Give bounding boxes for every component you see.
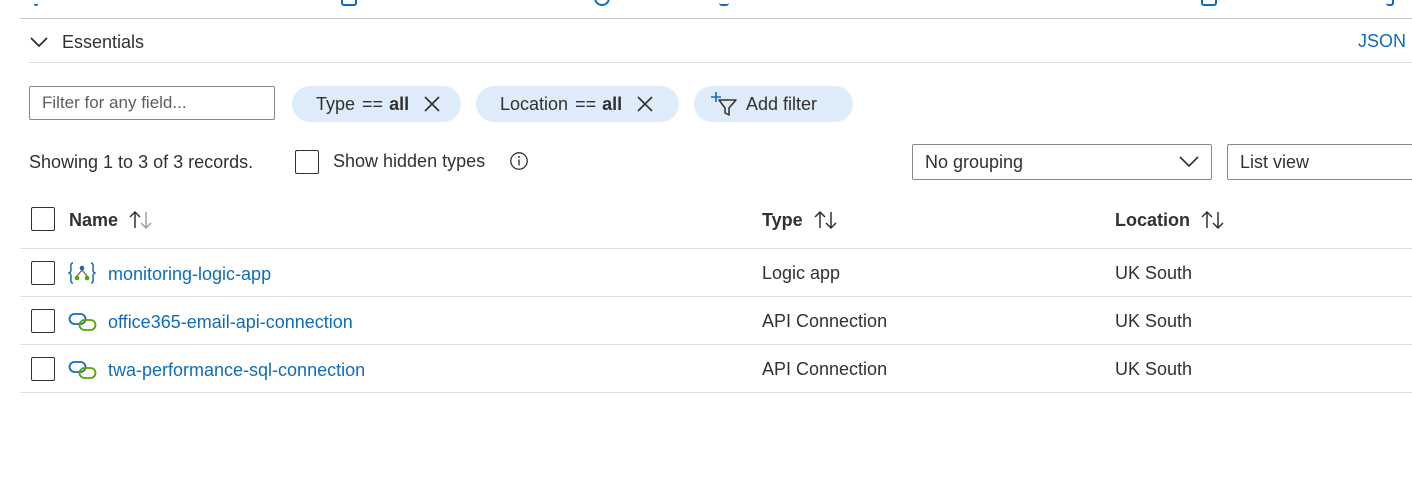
api-connection-icon — [68, 312, 98, 332]
filter-pill-location[interactable]: Location == all — [476, 86, 679, 122]
row-checkbox[interactable] — [31, 357, 55, 381]
logic-app-icon — [68, 262, 96, 284]
show-hidden-types-checkbox[interactable] — [295, 150, 319, 174]
command-bar-clipped — [0, 0, 1412, 18]
column-label: Location — [1115, 209, 1190, 230]
close-icon[interactable] — [423, 95, 441, 113]
info-icon[interactable] — [509, 151, 529, 176]
chevron-down-icon — [1179, 156, 1199, 168]
column-label: Type — [762, 209, 803, 230]
filter-pill-type[interactable]: Type == all — [292, 86, 461, 122]
divider — [20, 18, 1412, 19]
pill-field: Type — [316, 93, 356, 114]
divider — [20, 296, 1412, 297]
column-header-name[interactable]: Name — [69, 209, 154, 231]
grouping-dropdown[interactable]: No grouping — [912, 144, 1212, 180]
add-filter-button[interactable]: Add filter — [694, 86, 853, 122]
pill-value: all — [389, 93, 410, 114]
resource-type: API Connection — [762, 359, 888, 379]
column-header-location[interactable]: Location — [1115, 209, 1226, 231]
add-filter-icon — [710, 91, 738, 117]
resource-link[interactable]: office365-email-api-connection — [108, 312, 353, 333]
select-all-checkbox[interactable] — [31, 207, 55, 231]
view-dropdown[interactable]: List view — [1227, 144, 1412, 180]
pill-value: all — [602, 93, 623, 114]
add-filter-label: Add filter — [746, 93, 818, 114]
view-value: List view — [1240, 151, 1310, 172]
sort-icon[interactable] — [813, 209, 839, 231]
resource-link[interactable]: monitoring-logic-app — [108, 264, 271, 285]
divider — [20, 344, 1412, 345]
column-header-type[interactable]: Type — [762, 209, 839, 231]
show-hidden-types-label: Show hidden types — [333, 151, 486, 171]
chevron-down-icon — [30, 36, 48, 48]
resource-location: UK South — [1115, 359, 1193, 379]
divider — [29, 62, 1412, 63]
pill-operator: == — [362, 93, 384, 114]
essentials-toggle[interactable]: Essentials — [30, 28, 144, 56]
divider — [20, 248, 1412, 249]
essentials-label: Essentials — [62, 31, 145, 52]
row-checkbox[interactable] — [31, 261, 55, 285]
column-label: Name — [69, 209, 119, 230]
records-count: Showing 1 to 3 of 3 records. — [29, 152, 254, 172]
grouping-value: No grouping — [925, 151, 1024, 172]
filter-input[interactable] — [29, 86, 275, 120]
sort-icon[interactable] — [128, 209, 154, 231]
resource-type: Logic app — [762, 263, 841, 283]
sort-icon[interactable] — [1200, 209, 1226, 231]
resource-location: UK South — [1115, 263, 1193, 283]
close-icon[interactable] — [636, 95, 654, 113]
resource-type: API Connection — [762, 311, 888, 331]
pill-field: Location — [500, 93, 569, 114]
json-view-link[interactable]: JSON — [1358, 31, 1406, 52]
row-checkbox[interactable] — [31, 309, 55, 333]
resource-link[interactable]: twa-performance-sql-connection — [108, 360, 365, 381]
resource-location: UK South — [1115, 311, 1193, 331]
api-connection-icon — [68, 360, 98, 380]
divider — [20, 392, 1412, 393]
pill-operator: == — [575, 93, 597, 114]
